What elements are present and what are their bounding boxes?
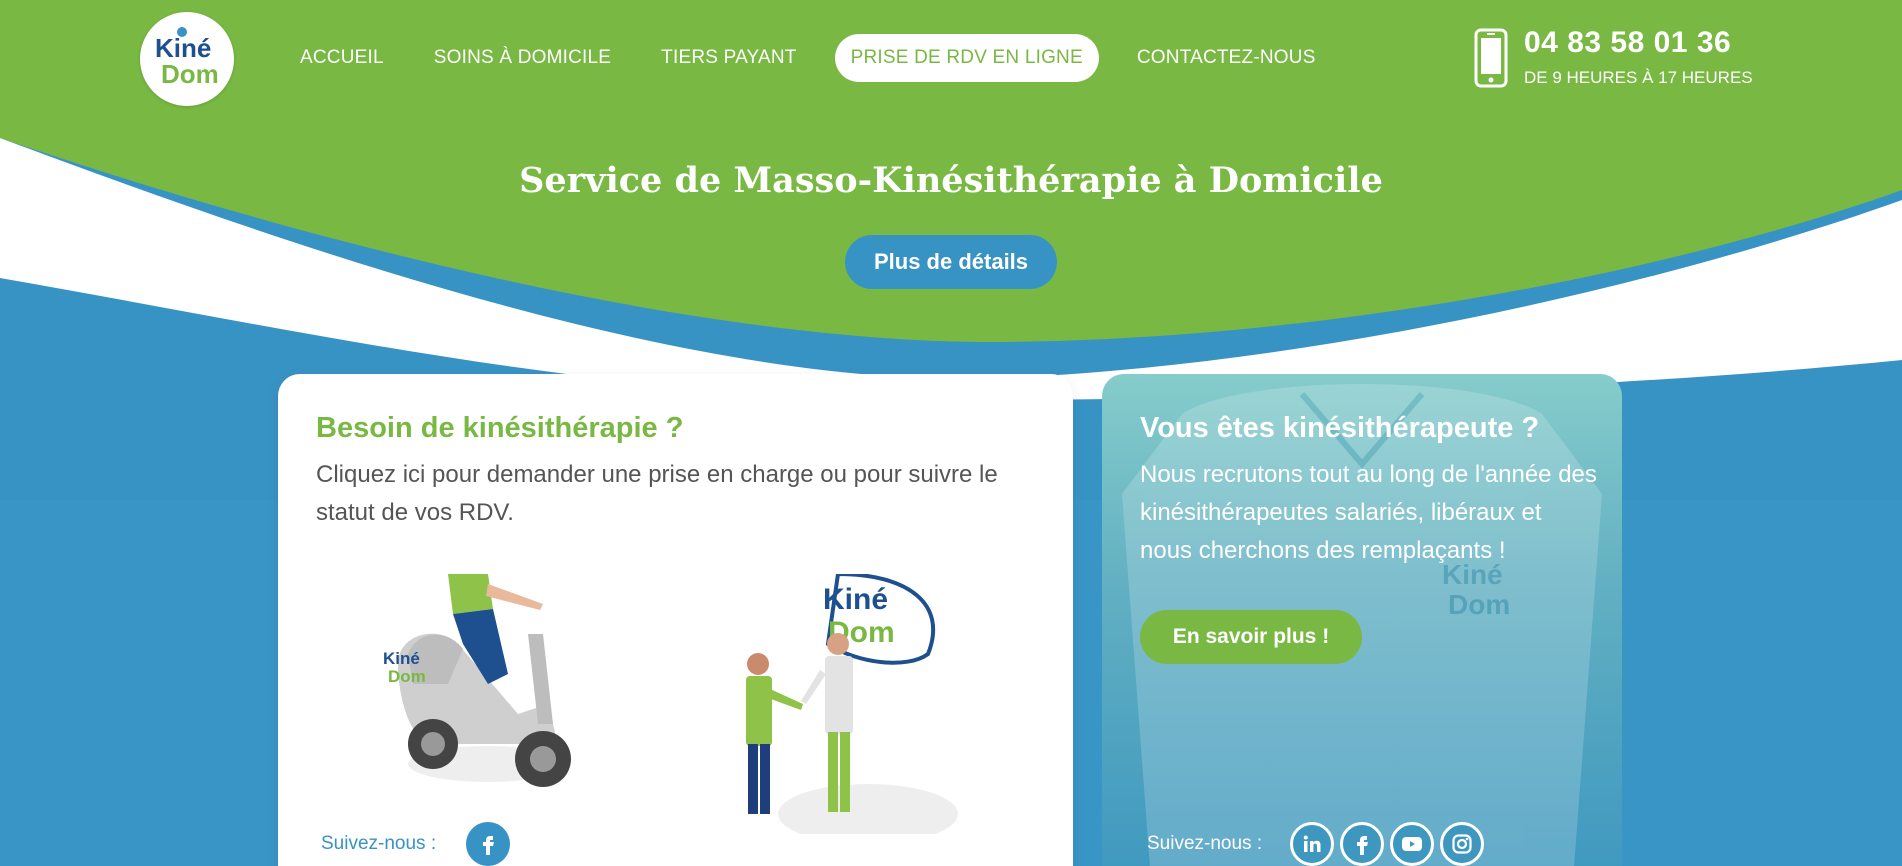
svg-text:Dom: Dom bbox=[161, 59, 219, 89]
phone-number[interactable]: 04 83 58 01 36 bbox=[1524, 26, 1753, 60]
instagram-icon[interactable] bbox=[1440, 822, 1485, 866]
hero-title: Service de Masso-Kinésithérapie à Domici… bbox=[519, 160, 1383, 201]
phone-contact[interactable]: 04 83 58 01 36 DE 9 HEURES À 17 HEURES bbox=[1474, 26, 1753, 88]
learn-more-button[interactable]: En savoir plus ! bbox=[1140, 610, 1362, 664]
handshake-illustration: Kiné Dom bbox=[746, 574, 958, 834]
svg-text:Kiné: Kiné bbox=[383, 649, 420, 668]
recruit-card-title: Vous êtes kinésithérapeute ? bbox=[1140, 412, 1540, 444]
patient-social-follow: Suivez-nous : bbox=[321, 822, 516, 866]
site-header: Kiné Dom ACCUEIL SOINS À DOMICILE TIERS … bbox=[0, 0, 1902, 120]
kinedom-logo-mark: Kiné Dom bbox=[155, 27, 219, 89]
youtube-icon[interactable] bbox=[1390, 822, 1435, 866]
recruit-card[interactable]: Kiné Dom Vous êtes kinésithérapeute ? No… bbox=[1102, 374, 1622, 866]
nav-contactez-nous[interactable]: CONTACTEZ-NOUS bbox=[1137, 47, 1316, 69]
patient-card[interactable]: Besoin de kinésithérapie ? Cliquez ici p… bbox=[278, 374, 1073, 866]
scooter-illustration: Kiné Dom bbox=[383, 574, 571, 787]
svg-text:Dom: Dom bbox=[1448, 589, 1510, 620]
nav-tiers-payant[interactable]: TIERS PAYANT bbox=[661, 47, 796, 69]
facebook-icon[interactable] bbox=[1340, 822, 1385, 866]
nav-accueil[interactable]: ACCUEIL bbox=[300, 47, 384, 69]
smartphone-icon bbox=[1474, 28, 1508, 88]
follow-label: Suivez-nous : bbox=[1147, 833, 1263, 854]
main-nav: ACCUEIL SOINS À DOMICILE TIERS PAYANT PR… bbox=[300, 33, 1366, 83]
more-details-button[interactable]: Plus de détails bbox=[845, 235, 1057, 289]
nav-soins-a-domicile[interactable]: SOINS À DOMICILE bbox=[434, 47, 611, 69]
recruit-social-follow: Suivez-nous : bbox=[1147, 822, 1490, 866]
patient-card-title: Besoin de kinésithérapie ? bbox=[316, 412, 684, 444]
opening-hours: DE 9 HEURES À 17 HEURES bbox=[1524, 68, 1753, 87]
nav-prise-de-rdv[interactable]: PRISE DE RDV EN LIGNE bbox=[834, 34, 1099, 82]
linkedin-icon[interactable] bbox=[1290, 822, 1335, 866]
kinedom-logo[interactable]: Kiné Dom bbox=[140, 12, 234, 106]
facebook-icon[interactable] bbox=[466, 822, 511, 866]
svg-text:Kiné: Kiné bbox=[823, 583, 888, 616]
recruit-card-text: Nous recrutons tout au long de l'année d… bbox=[1140, 461, 1597, 564]
follow-label: Suivez-nous : bbox=[321, 833, 437, 854]
svg-text:Dom: Dom bbox=[388, 667, 426, 686]
patient-card-text: Cliquez ici pour demander une prise en c… bbox=[316, 461, 998, 526]
